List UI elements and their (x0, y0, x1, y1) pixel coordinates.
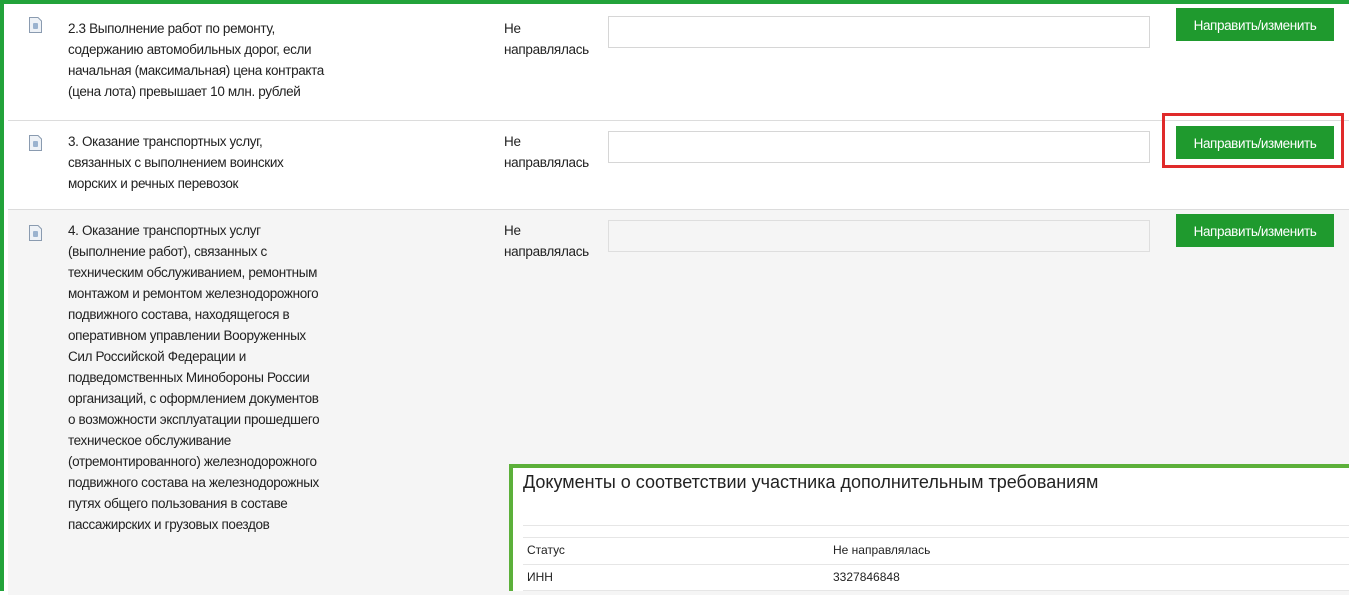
document-icon[interactable] (29, 17, 42, 33)
send-change-button[interactable]: Направить/изменить (1176, 214, 1334, 247)
documents-popup: Документы о соответствии участника допол… (509, 464, 1349, 591)
requirement-status: Не направлялась (504, 21, 589, 57)
requirement-text: 4. Оказание транспортных услуг (выполнен… (68, 223, 320, 532)
field-label-inn: ИНН (527, 570, 553, 584)
divider (523, 525, 1349, 526)
document-icon[interactable] (29, 135, 42, 151)
document-icon[interactable] (29, 225, 42, 241)
divider (523, 537, 1349, 538)
comment-field[interactable] (608, 131, 1150, 163)
send-change-button[interactable]: Направить/изменить (1176, 8, 1334, 41)
requirement-text: 3. Оказание транспортных услуг, связанны… (68, 134, 284, 191)
requirement-row: 2.3 Выполнение работ по ремонту, содержа… (8, 4, 1349, 121)
requirement-status: Не направлялась (504, 134, 589, 170)
requirement-text: 2.3 Выполнение работ по ремонту, содержа… (68, 21, 324, 99)
comment-field[interactable] (608, 16, 1150, 48)
comment-field[interactable] (608, 220, 1150, 252)
field-value-status: Не направлялась (833, 543, 931, 557)
divider (523, 564, 1349, 565)
field-value-inn: 3327846848 (833, 570, 900, 584)
requirement-row: 3. Оказание транспортных услуг, связанны… (8, 121, 1349, 210)
field-label-status: Статус (527, 543, 565, 557)
highlight-box (1162, 113, 1344, 168)
popup-title: Документы о соответствии участника допол… (523, 472, 1099, 492)
requirement-status: Не направлялась (504, 223, 589, 259)
